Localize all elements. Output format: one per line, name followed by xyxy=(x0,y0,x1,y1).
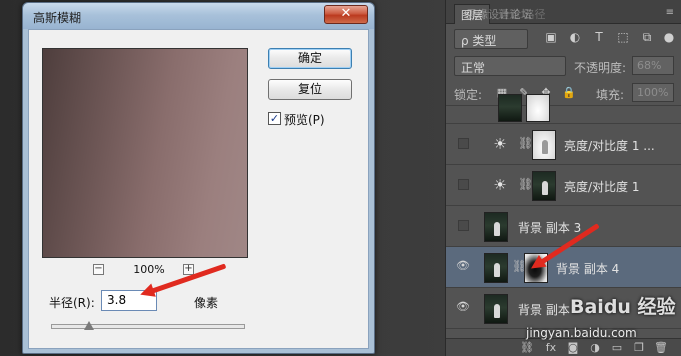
eye-icon[interactable]: 👁 xyxy=(456,260,470,271)
radius-unit: 像素 xyxy=(194,296,219,310)
brightness-contrast-icon: ☀ xyxy=(493,176,507,194)
close-button[interactable]: ✕ xyxy=(324,5,368,24)
baidu-jingyan-logo: Baidu 经验 xyxy=(570,296,676,318)
layer-row-partial[interactable] xyxy=(446,94,681,124)
adjustment-filter-icon[interactable]: ◐ xyxy=(568,30,582,44)
layer-name[interactable]: 背景 副本 xyxy=(518,301,570,318)
dialog-title: 高斯模糊 xyxy=(33,11,82,25)
figure-silhouette xyxy=(542,181,548,195)
fill-input[interactable]: 100% xyxy=(632,83,674,102)
radius-slider-thumb[interactable] xyxy=(84,321,94,330)
layer-row-selected[interactable]: 👁 ⛓ 背景 副本 4 xyxy=(446,247,681,288)
blend-mode-select[interactable]: 正常 xyxy=(454,56,566,76)
figure-silhouette xyxy=(494,222,500,236)
dialog-title-bar[interactable]: 高斯模糊 ✕ xyxy=(23,3,374,29)
layer-style-icon[interactable]: fx xyxy=(544,341,558,355)
filter-kind-select[interactable]: ρ 类型 xyxy=(454,29,528,49)
layer-thumbnail[interactable] xyxy=(484,294,508,324)
layer-mask-thumbnail[interactable] xyxy=(532,171,556,201)
reset-button[interactable]: 复位 xyxy=(268,79,352,100)
watermark-top: 思缘设计论坛 xyxy=(466,8,532,21)
ok-button[interactable]: 确定 xyxy=(268,48,352,69)
layer-row[interactable]: ☀ ⛓ 亮度/对比度 1 ... xyxy=(446,124,681,165)
link-icon[interactable]: ⛓ xyxy=(518,136,533,150)
layer-row[interactable]: 背景 副本 3 xyxy=(446,206,681,247)
new-adjustment-icon[interactable]: ◑ xyxy=(588,341,602,355)
preview-checkbox[interactable]: ✓ xyxy=(268,112,281,125)
layer-name[interactable]: 亮度/对比度 1 ... xyxy=(564,137,655,154)
opacity-label: 不透明度: xyxy=(574,61,627,75)
lock-label: 锁定: xyxy=(454,88,483,102)
layer-name[interactable]: 亮度/对比度 1 xyxy=(564,178,640,195)
zoom-out-button[interactable]: − xyxy=(93,264,104,275)
eye-icon[interactable]: 👁 xyxy=(456,301,470,312)
layer-thumbnail[interactable] xyxy=(484,253,508,283)
filter-toggle-icon[interactable]: ● xyxy=(662,30,676,44)
panel-bottom-bar: ⛓ fx ◙ ◑ ▭ ❐ 🗑 xyxy=(446,338,681,356)
watermark-url: jingyan.baidu.com xyxy=(526,326,637,340)
layer-name[interactable]: 背景 副本 4 xyxy=(556,260,619,277)
panel-menu-icon[interactable]: ≡ xyxy=(666,7,674,18)
layer-mask-thumbnail[interactable] xyxy=(532,130,556,160)
image-filter-icon[interactable]: ▣ xyxy=(544,30,558,44)
visibility-toggle[interactable] xyxy=(458,179,469,190)
new-layer-icon[interactable]: ❐ xyxy=(632,341,646,355)
brightness-contrast-icon: ☀ xyxy=(493,135,507,153)
fill-label: 填充: xyxy=(596,88,625,102)
layer-thumbnail[interactable] xyxy=(484,212,508,242)
layer-row[interactable]: ☀ ⛓ 亮度/对比度 1 xyxy=(446,165,681,206)
type-filter-icon[interactable]: T xyxy=(592,30,606,44)
radius-label: 半径(R): xyxy=(49,296,95,310)
visibility-toggle[interactable] xyxy=(458,220,469,231)
layer-mask-thumbnail xyxy=(526,94,550,122)
trash-icon[interactable]: 🗑 xyxy=(654,341,668,355)
blend-row: 正常 不透明度: 68% xyxy=(446,54,681,78)
lock-all-icon[interactable]: 🔒 xyxy=(562,87,576,99)
opacity-input[interactable]: 68% xyxy=(632,56,674,75)
dialog-body: − 100% + 确定 复位 ✓ 预览(P) 半径(R): 3.8 像素 xyxy=(28,29,369,349)
figure-silhouette xyxy=(542,140,548,154)
gaussian-blur-dialog: 高斯模糊 ✕ − 100% + 确定 复位 ✓ 预览(P) 半径(R): 3.8… xyxy=(22,2,375,354)
new-group-icon[interactable]: ▭ xyxy=(610,341,624,355)
shape-filter-icon[interactable]: ⬚ xyxy=(616,30,630,44)
link-layers-icon[interactable]: ⛓ xyxy=(520,341,534,355)
zoom-level: 100% xyxy=(133,263,165,276)
visibility-toggle[interactable] xyxy=(458,138,469,149)
preview-label: 预览(P) xyxy=(284,113,325,127)
layer-name[interactable]: 背景 副本 3 xyxy=(518,219,581,236)
smart-object-filter-icon[interactable]: ⧉ xyxy=(640,30,654,44)
layer-thumbnail xyxy=(498,94,522,122)
link-icon[interactable]: ⛓ xyxy=(518,177,533,191)
figure-silhouette xyxy=(494,263,500,277)
radius-slider-track[interactable] xyxy=(51,324,245,329)
add-mask-icon[interactable]: ◙ xyxy=(566,341,580,355)
figure-silhouette xyxy=(494,304,500,318)
blur-preview[interactable] xyxy=(42,48,248,258)
